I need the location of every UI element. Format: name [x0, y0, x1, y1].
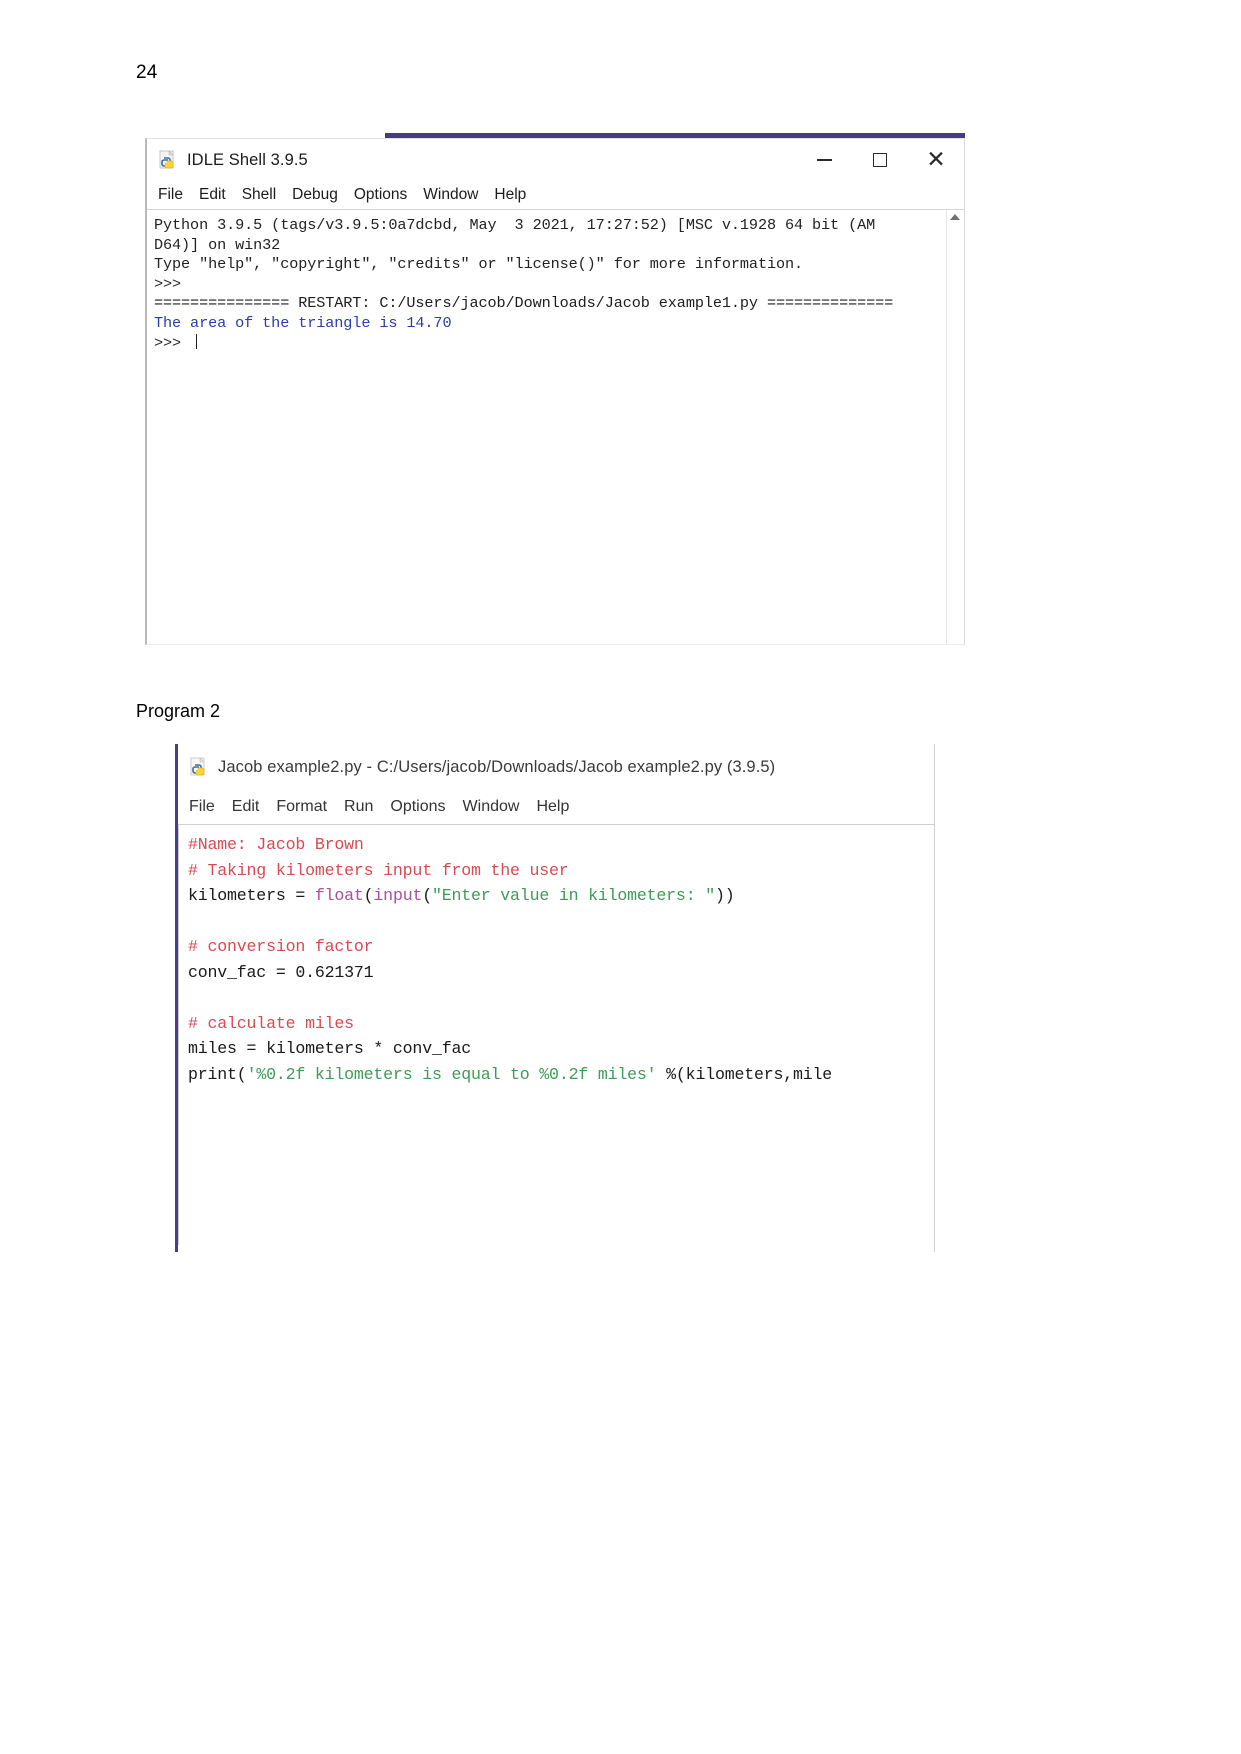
console-line: Python 3.9.5 (tags/v3.9.5:0a7dcbd, May 3…: [154, 216, 876, 234]
idle-editor-window: Jacob example2.py - C:/Users/jacob/Downl…: [175, 744, 935, 1252]
code-line: miles = kilometers * conv_fac: [188, 1036, 934, 1062]
chevron-up-icon[interactable]: [950, 214, 960, 220]
shell-window-title: IDLE Shell 3.9.5: [187, 150, 308, 169]
code-token-comment: # Taking kilometers input from the user: [188, 860, 569, 880]
code-line: # Taking kilometers input from the user: [188, 858, 934, 884]
console-line: D64)] on win32: [154, 235, 281, 254]
maximize-button[interactable]: [852, 139, 908, 181]
editor-titlebar: Jacob example2.py - C:/Users/jacob/Downl…: [178, 744, 934, 790]
code-token-plain: (: [422, 886, 432, 905]
console-active-prompt-text: >>>: [154, 333, 191, 352]
maximize-icon: [873, 153, 887, 167]
section-label-program-2: Program 2: [136, 701, 221, 721]
page-number: 24: [136, 62, 158, 83]
minimize-button[interactable]: [796, 139, 852, 181]
shell-menubar: File Edit Shell Debug Options Window Hel…: [147, 181, 964, 210]
editor-menu-format[interactable]: Format: [276, 798, 327, 816]
code-line: # calculate miles: [188, 1011, 934, 1037]
console-restart-banner: =============== RESTART: C:/Users/jacob/…: [154, 294, 894, 313]
code-token-string: "Enter value in kilometers: ": [431, 886, 715, 905]
code-token-comment: # conversion factor: [188, 937, 374, 956]
shell-menu-options[interactable]: Options: [354, 186, 407, 204]
editor-menubar: File Edit Format Run Options Window Help: [178, 790, 934, 825]
minimize-icon: [816, 159, 832, 161]
code-line: kilometers = float(input("Enter value in…: [188, 883, 934, 909]
console-program-output: The area of the triangle is 14.70: [154, 313, 452, 332]
code-token-plain: conv_fac = 0.621371: [188, 962, 374, 982]
shell-titlebar: IDLE Shell 3.9.5 ✕: [147, 139, 964, 181]
python-file-icon: [189, 757, 209, 777]
python-file-icon: [158, 150, 178, 170]
code-token-plain: (: [363, 886, 374, 905]
code-token-plain: print(: [188, 1064, 247, 1084]
shell-menu-help[interactable]: Help: [494, 186, 526, 204]
editor-code-area[interactable]: #Name: Jacob Brown # Taking kilometers in…: [178, 825, 934, 1245]
code-token-plain: )): [714, 886, 735, 905]
shell-menu-debug[interactable]: Debug: [292, 186, 338, 204]
console-prompt: >>>: [154, 274, 182, 293]
code-line: #Name: Jacob Brown: [188, 832, 934, 858]
shell-menu-shell[interactable]: Shell: [242, 186, 276, 204]
code-token-plain: miles = kilometers * conv_fac: [188, 1039, 471, 1058]
code-token-comment: # calculate miles: [188, 1013, 354, 1033]
code-token-plain: %(kilometers,mile: [656, 1064, 833, 1084]
console-active-prompt: >>>: [154, 333, 964, 354]
code-token-comment: #Name: Jacob Brown: [188, 835, 364, 854]
shell-menu-window[interactable]: Window: [423, 186, 478, 204]
close-icon: ✕: [926, 146, 946, 173]
shell-menu-file[interactable]: File: [158, 186, 183, 204]
code-token-string: '%0.2f kilometers is equal to %0.2f mile…: [246, 1064, 657, 1084]
editor-menu-help[interactable]: Help: [536, 798, 569, 816]
editor-menu-edit[interactable]: Edit: [232, 798, 260, 816]
editor-window-title: Jacob example2.py - C:/Users/jacob/Downl…: [218, 757, 776, 776]
close-button[interactable]: ✕: [908, 139, 964, 181]
code-token-builtin: float: [314, 886, 364, 905]
idle-shell-window: IDLE Shell 3.9.5 ✕ File Edit Shell Debug…: [145, 138, 965, 645]
code-token-plain: kilometers =: [188, 886, 315, 905]
shell-console-output[interactable]: Python 3.9.5 (tags/v3.9.5:0a7dcbd, May 3…: [147, 210, 964, 644]
shell-window-controls: ✕: [796, 139, 964, 181]
editor-menu-options[interactable]: Options: [390, 798, 445, 816]
code-token-builtin: input: [373, 886, 423, 905]
code-line: print('%0.2f kilometers is equal to %0.2…: [188, 1062, 934, 1088]
editor-menu-run[interactable]: Run: [344, 798, 373, 816]
console-line: Type "help", "copyright", "credits" or "…: [154, 255, 804, 274]
editor-menu-file[interactable]: File: [189, 798, 215, 816]
code-line: # conversion factor: [188, 934, 934, 960]
console-scrollbar[interactable]: [946, 210, 964, 644]
code-line: conv_fac = 0.621371: [188, 960, 934, 986]
editor-menu-window[interactable]: Window: [463, 798, 520, 816]
shell-menu-edit[interactable]: Edit: [199, 186, 226, 204]
text-cursor: [196, 333, 198, 349]
